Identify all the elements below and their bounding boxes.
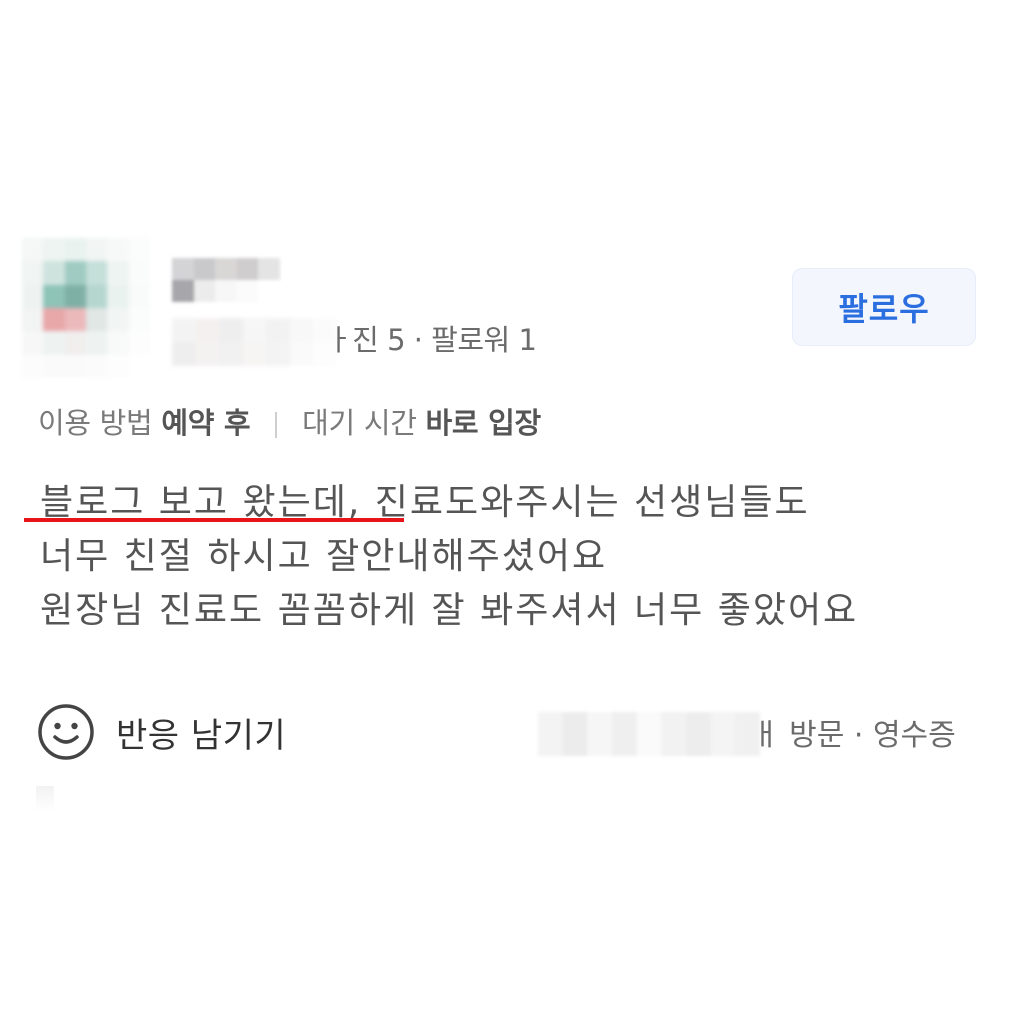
method-label: 이용 방법 <box>38 406 153 440</box>
wait-label: 대기 시간 <box>302 406 417 440</box>
wait-value: 바로 입장 <box>425 406 542 440</box>
method-value: 예약 후 <box>161 406 251 440</box>
info-divider <box>275 412 278 438</box>
react-label: 반응 남기기 <box>116 715 287 756</box>
avatar[interactable] <box>22 238 150 378</box>
visit-meta: ㅐ 방문 · 영수증 <box>752 718 956 753</box>
visit-info: 이용 방법 예약 후 대기 시간 바로 입장 <box>38 398 541 448</box>
reviewer-meta <box>172 318 337 366</box>
smile-icon <box>38 704 94 760</box>
red-underline-annotation <box>24 518 404 522</box>
reviewer-stats: ㅏ진 5 · 팔로워 1 <box>326 323 537 357</box>
review-line: 원장님 진료도 꼼꼼하게 잘 봐주셔서 너무 좋았어요 <box>40 590 859 631</box>
review-line: 너무 친절 하시고 잘안내해주셨어요 <box>40 536 608 577</box>
visit-date <box>538 712 760 756</box>
react-button[interactable]: 반응 남기기 <box>36 700 286 764</box>
review-text[interactable]: 블로그 보고 왔는데, 진료도와주시는 선생님들도 너무 친절 하시고 잘안내해… <box>40 476 990 638</box>
review-card: ㅏ진 5 · 팔로워 1 팔로우 이용 방법 예약 후 대기 시간 바로 입장 … <box>0 0 1024 1024</box>
reviewer-name[interactable] <box>172 258 280 302</box>
follow-button[interactable]: 팔로우 <box>792 268 976 346</box>
divider-fragment <box>36 786 54 812</box>
